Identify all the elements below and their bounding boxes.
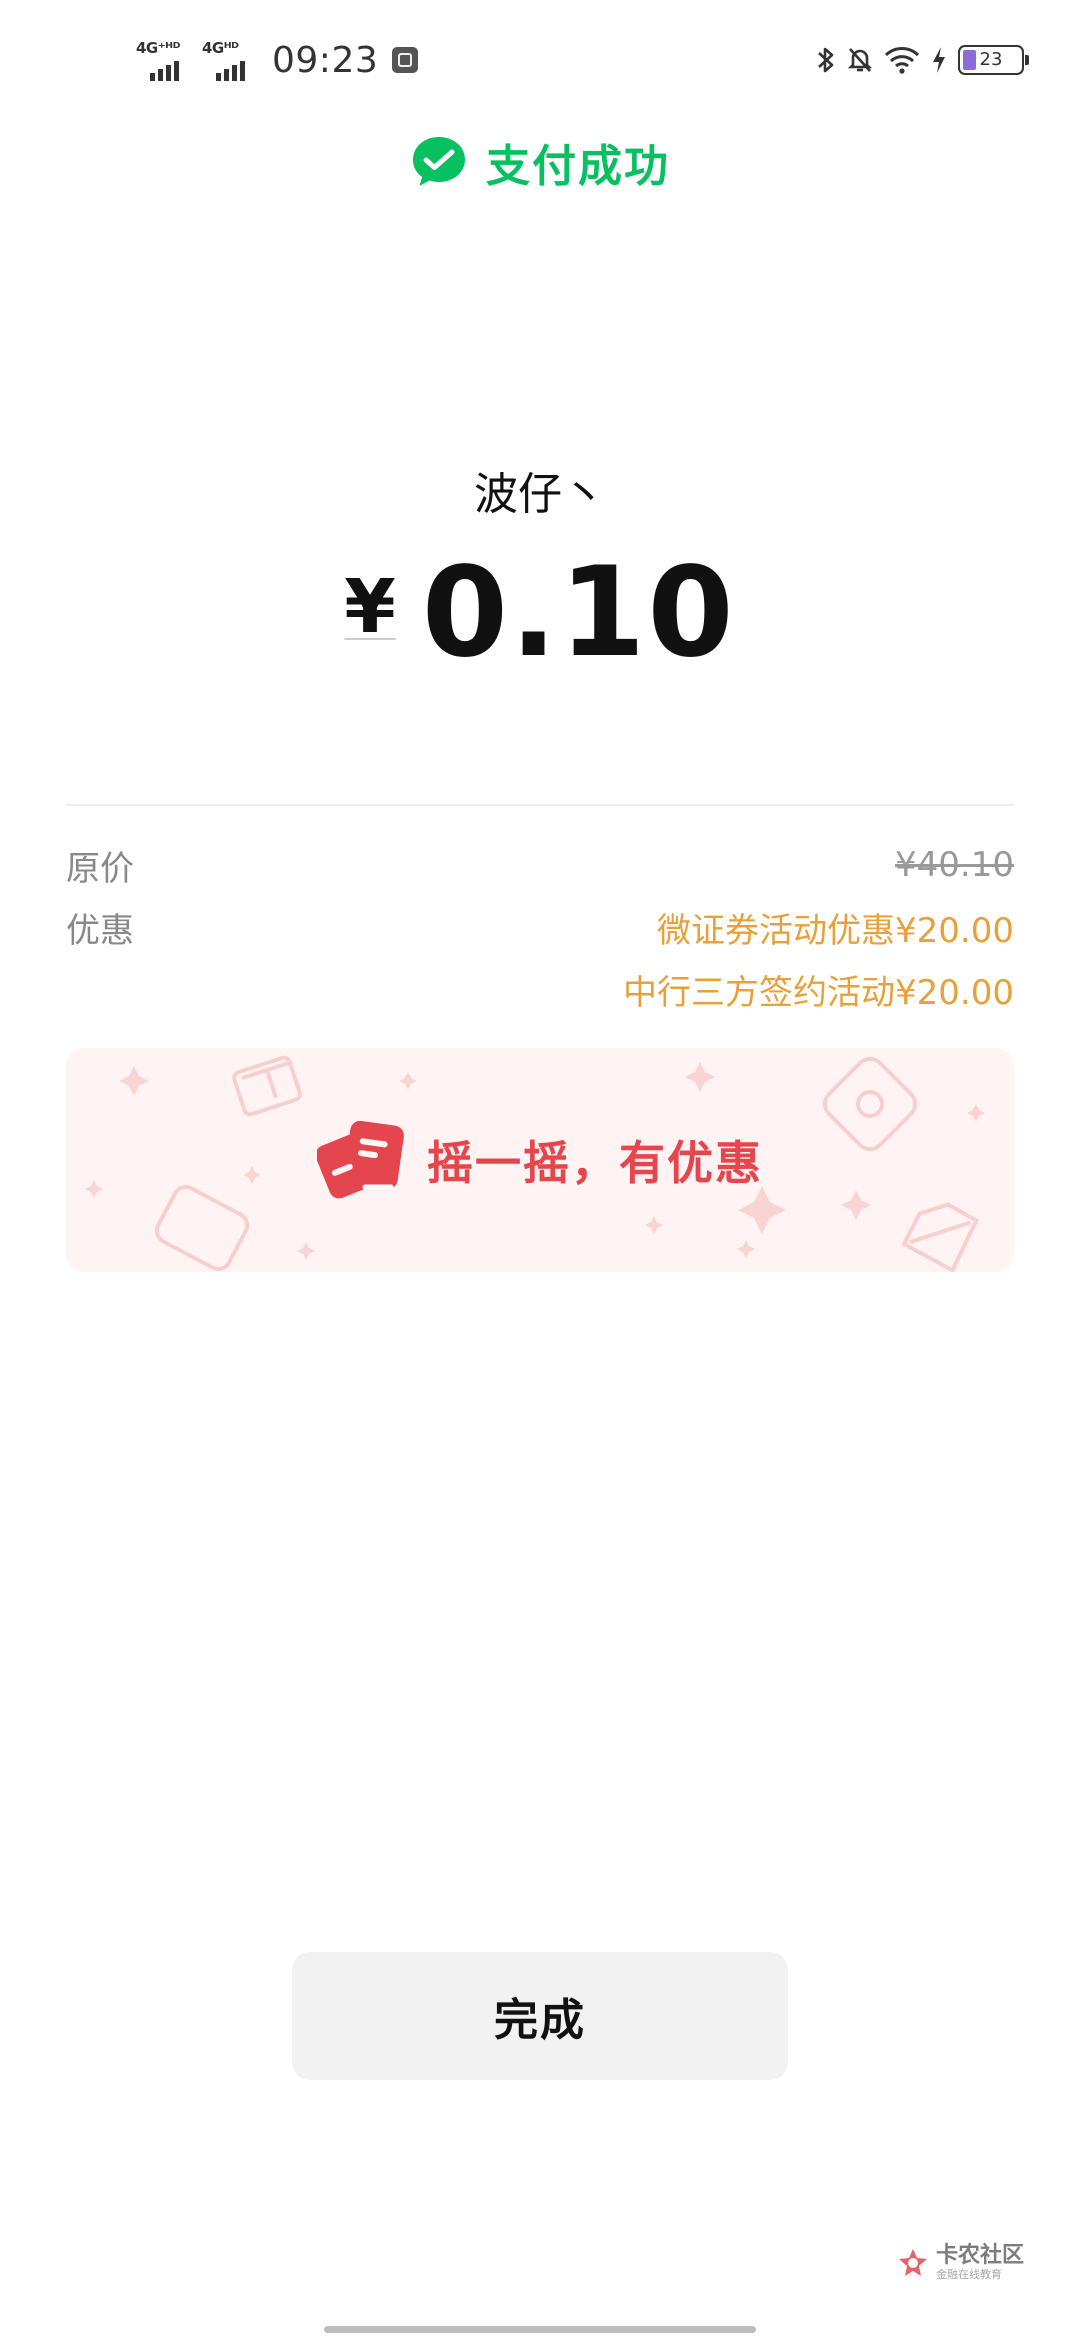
- battery-level: 23: [979, 49, 1003, 70]
- original-price-row: 原价 ¥40.10: [66, 840, 1014, 890]
- banner-content: 摇一摇，有优惠: [66, 1048, 1014, 1272]
- amount-display: ¥ 0.10: [0, 548, 1080, 678]
- merchant-name: 波仔丶: [474, 469, 606, 520]
- mute-bell-icon: [846, 45, 874, 75]
- original-price-value: ¥40.10: [895, 845, 1014, 885]
- page-title: 支付成功: [486, 141, 670, 192]
- bluetooth-icon: [816, 45, 836, 75]
- notification-app-icon: [392, 47, 419, 73]
- discount-row-2: 中行三方签约活动¥20.00: [66, 964, 1014, 1014]
- done-button[interactable]: 完成: [292, 1952, 788, 2080]
- battery-icon: 23: [958, 45, 1029, 75]
- charging-icon: [930, 45, 948, 75]
- wechat-pay-check-icon: [413, 137, 465, 186]
- watermark-main: 卡农社区: [935, 2243, 1024, 2268]
- discount-label: 优惠: [66, 910, 134, 951]
- paid-amount: 0.10: [421, 541, 736, 685]
- discount-item: 微证券活动优惠¥20.00: [657, 910, 1014, 951]
- network-type-1: 4G⁺ᴴᴰ: [136, 39, 180, 57]
- currency-symbol: ¥: [344, 564, 396, 650]
- discount-row: 优惠 微证券活动优惠¥20.00: [66, 902, 1014, 952]
- status-time: 09:23: [272, 39, 379, 81]
- discount-item: 中行三方签约活动¥20.00: [623, 972, 1014, 1013]
- network-type-2: 4Gᴴᴰ: [202, 39, 239, 57]
- payment-success-header: 支付成功: [0, 130, 1080, 194]
- shake-coupon-icon: [317, 1120, 404, 1199]
- original-price-label: 原价: [66, 848, 134, 889]
- watermark-sub: 金融在线教育: [935, 2268, 1002, 2281]
- cellular-signal-2-icon: 4Gᴴᴰ: [202, 37, 260, 83]
- watermark-text: 卡农社区 金融在线教育: [936, 2244, 1024, 2282]
- wifi-icon: [884, 45, 920, 75]
- kanong-logo-icon: [898, 2249, 927, 2276]
- status-bar-right: 23: [816, 38, 1029, 82]
- shake-promo-banner[interactable]: 摇一摇，有优惠: [66, 1048, 1014, 1272]
- banner-text: 摇一摇，有优惠: [427, 1136, 763, 1190]
- divider: [66, 804, 1014, 806]
- cellular-signal-1-icon: 4G⁺ᴴᴰ: [136, 37, 194, 83]
- status-bar-left: 4G⁺ᴴᴰ 4Gᴴᴰ 09:23: [136, 36, 419, 84]
- status-bar: 4G⁺ᴴᴰ 4Gᴴᴰ 09:23 23: [0, 0, 1080, 120]
- home-indicator[interactable]: [324, 2326, 756, 2333]
- watermark: 卡农社区 金融在线教育: [896, 2244, 1024, 2282]
